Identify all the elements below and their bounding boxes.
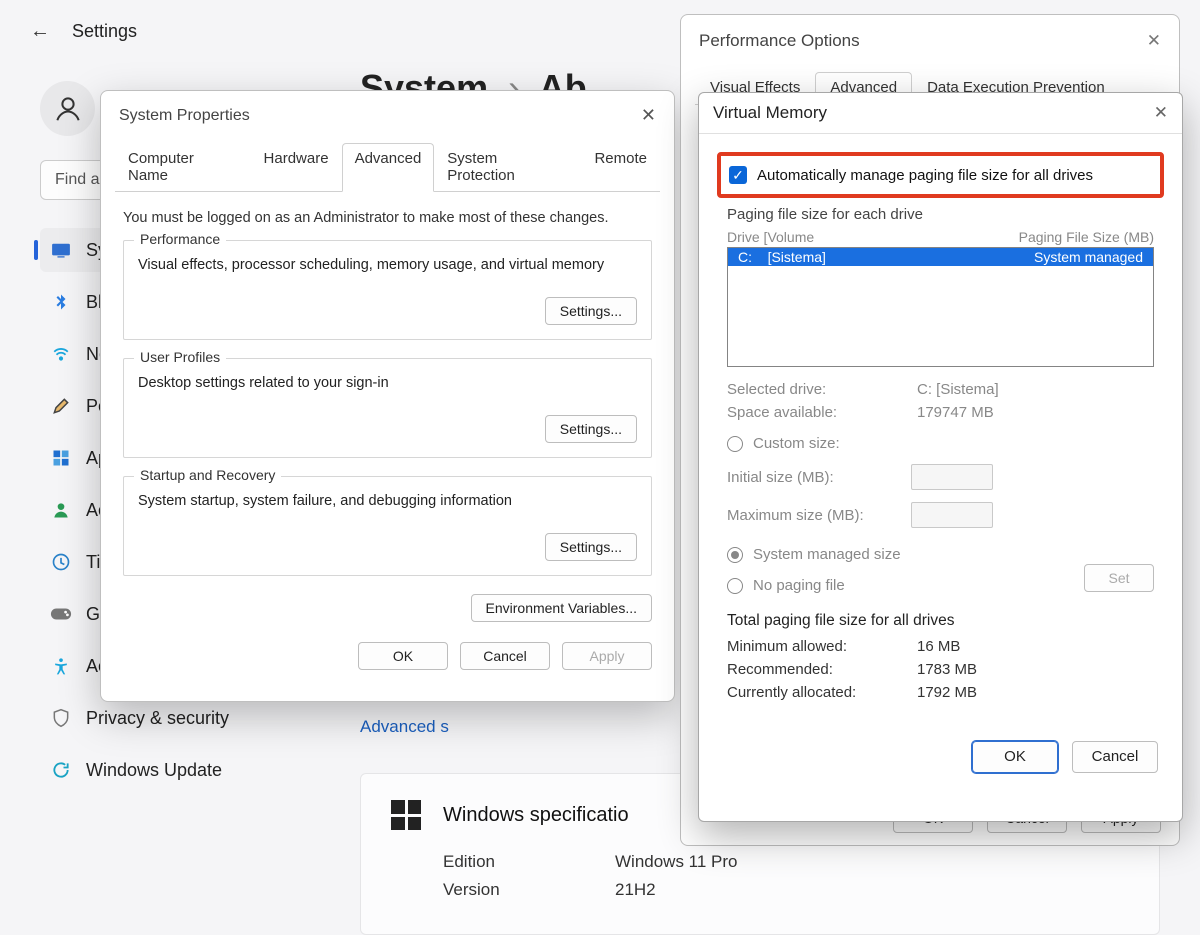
clock-icon <box>50 551 72 573</box>
spec-value: 21H2 <box>615 880 656 900</box>
drive-row[interactable]: C: [Sistema] System managed <box>728 248 1153 266</box>
group-desc: Desktop settings related to your sign-in <box>138 375 637 391</box>
close-icon[interactable]: ✕ <box>1147 31 1161 51</box>
windows-logo-icon <box>391 800 421 830</box>
settings-title: Settings <box>72 21 137 42</box>
totals-key: Currently allocated: <box>727 684 897 701</box>
env-vars-button[interactable]: Environment Variables... <box>471 594 652 622</box>
totals-row: Currently allocated: 1792 MB <box>727 684 1154 701</box>
totals-row: Minimum allowed: 16 MB <box>727 638 1154 655</box>
group-desc: System startup, system failure, and debu… <box>138 493 637 509</box>
group-performance: Performance Visual effects, processor sc… <box>123 240 652 340</box>
apps-icon <box>50 447 72 469</box>
avatar[interactable] <box>40 81 95 136</box>
update-icon <box>50 759 72 781</box>
selected-drive-label: Selected drive: <box>727 381 897 398</box>
system-managed-label: System managed size <box>753 546 901 563</box>
close-icon[interactable]: ✕ <box>641 105 656 126</box>
initial-size-label: Initial size (MB): <box>727 469 897 486</box>
sidebar-item-label: Privacy & security <box>86 708 229 729</box>
totals-heading: Total paging file size for all drives <box>727 612 1154 630</box>
drive-list[interactable]: C: [Sistema] System managed <box>727 247 1154 367</box>
no-paging-radio[interactable] <box>727 578 743 594</box>
custom-size-radio[interactable] <box>727 436 743 452</box>
group-user-profiles: User Profiles Desktop settings related t… <box>123 358 652 458</box>
back-icon[interactable]: ← <box>30 20 50 43</box>
admin-note: You must be logged on as an Administrato… <box>123 210 652 226</box>
ok-button[interactable]: OK <box>358 642 448 670</box>
spec-key: Version <box>443 880 563 900</box>
drive-paging-size: System managed <box>1034 249 1143 265</box>
spec-row: Version 21H2 <box>443 880 1129 900</box>
drive-volume: [Sistema] <box>768 249 826 265</box>
settings-button[interactable]: Settings... <box>545 533 637 561</box>
group-legend: Startup and Recovery <box>134 467 281 483</box>
space-available-label: Space available: <box>727 404 897 421</box>
system-properties-dialog: System Properties ✕ Computer NameHardwar… <box>100 90 675 702</box>
group-desc: Visual effects, processor scheduling, me… <box>138 257 637 273</box>
game-icon <box>50 603 72 625</box>
drive-letter: C: <box>738 249 752 265</box>
ok-button[interactable]: OK <box>972 741 1058 773</box>
totals-value: 1792 MB <box>917 684 977 701</box>
system-managed-radio[interactable] <box>727 547 743 563</box>
col-size: Paging File Size (MB) <box>1019 229 1154 245</box>
cancel-button[interactable]: Cancel <box>1072 741 1158 773</box>
brush-icon <box>50 395 72 417</box>
set-button[interactable]: Set <box>1084 564 1154 592</box>
group-legend: Performance <box>134 231 226 247</box>
max-size-input[interactable] <box>911 502 993 528</box>
access-icon <box>50 655 72 677</box>
group-startup-and-recovery: Startup and Recovery System startup, sys… <box>123 476 652 576</box>
sidebar-item-9[interactable]: Privacy & security <box>40 696 360 740</box>
paging-section-label: Paging file size for each drive <box>727 206 1154 223</box>
perf-title: Performance Options <box>699 31 860 51</box>
totals-key: Minimum allowed: <box>727 638 897 655</box>
person-icon <box>50 499 72 521</box>
max-size-label: Maximum size (MB): <box>727 507 897 524</box>
no-paging-label: No paging file <box>753 577 845 594</box>
settings-button[interactable]: Settings... <box>545 415 637 443</box>
custom-size-label: Custom size: <box>753 435 840 452</box>
windows-specs-heading: Windows specificatio <box>443 804 629 827</box>
totals-key: Recommended: <box>727 661 897 678</box>
spec-value: Windows 11 Pro <box>615 852 738 872</box>
apply-button[interactable]: Apply <box>562 642 652 670</box>
tab-remote[interactable]: Remote <box>581 143 660 192</box>
auto-manage-highlight: ✓ Automatically manage paging file size … <box>717 152 1164 198</box>
bt-icon <box>50 291 72 313</box>
selected-drive-value: C: [Sistema] <box>917 381 999 398</box>
🖥-icon <box>50 239 72 261</box>
auto-manage-checkbox[interactable]: ✓ <box>729 166 747 184</box>
space-available-value: 179747 MB <box>917 404 994 421</box>
totals-row: Recommended: 1783 MB <box>727 661 1154 678</box>
sidebar-item-label: Ti <box>86 552 100 573</box>
sidebar-item-10[interactable]: Windows Update <box>40 748 360 792</box>
cancel-button[interactable]: Cancel <box>460 642 550 670</box>
tab-advanced[interactable]: Advanced <box>342 143 435 192</box>
tab-computer-name[interactable]: Computer Name <box>115 143 251 192</box>
auto-manage-label[interactable]: Automatically manage paging file size fo… <box>757 167 1093 184</box>
initial-size-input[interactable] <box>911 464 993 490</box>
spec-key: Edition <box>443 852 563 872</box>
totals-value: 1783 MB <box>917 661 977 678</box>
tab-system-protection[interactable]: System Protection <box>434 143 581 192</box>
totals-value: 16 MB <box>917 638 960 655</box>
group-legend: User Profiles <box>134 349 226 365</box>
col-drive: Drive [Volume <box>727 229 814 245</box>
virtual-memory-dialog: Virtual Memory ✕ ✓ Automatically manage … <box>698 92 1183 822</box>
close-icon[interactable]: ✕ <box>1154 103 1168 123</box>
settings-button[interactable]: Settings... <box>545 297 637 325</box>
sidebar-item-label: Windows Update <box>86 760 222 781</box>
sysprops-title: System Properties <box>119 107 250 125</box>
vm-title: Virtual Memory <box>713 103 827 123</box>
shield-icon <box>50 707 72 729</box>
tab-hardware[interactable]: Hardware <box>251 143 342 192</box>
wifi-icon <box>50 343 72 365</box>
spec-row: Edition Windows 11 Pro <box>443 852 1129 872</box>
